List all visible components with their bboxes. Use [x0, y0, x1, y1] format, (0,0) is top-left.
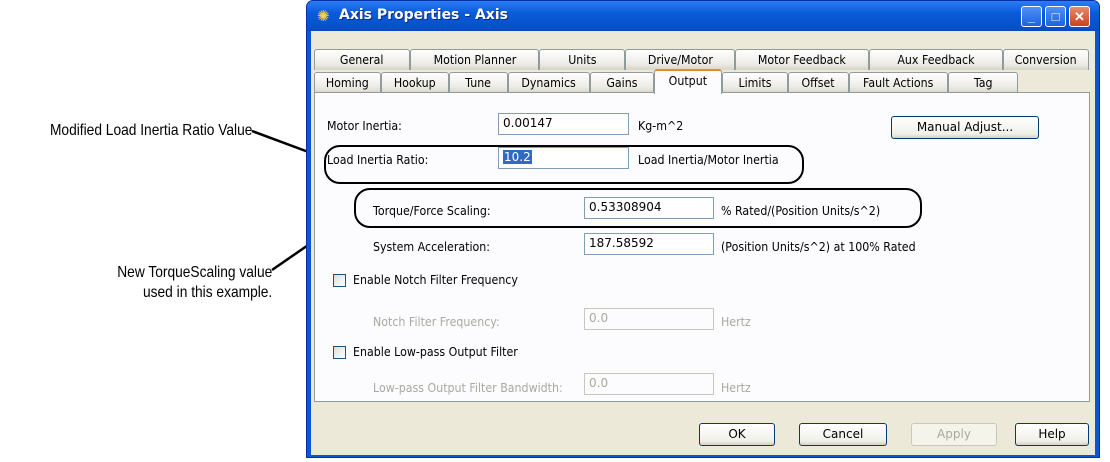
- tab-aux-feedback[interactable]: Aux Feedback: [869, 49, 1003, 70]
- cancel-button[interactable]: Cancel: [799, 423, 887, 446]
- motor-inertia-input[interactable]: 0.00147: [498, 113, 629, 135]
- lowpass-bandwidth-label: Low-pass Output Filter Bandwidth:: [373, 381, 563, 395]
- tab-gains[interactable]: Gains: [590, 72, 654, 93]
- tab-drive-motor[interactable]: Drive/Motor: [625, 49, 735, 70]
- tab-general[interactable]: General: [314, 49, 410, 70]
- notch-frequency-input[interactable]: 0.0: [584, 308, 714, 330]
- tab-row-2: Homing Hookup Tune Dynamics Gains Output…: [311, 69, 1095, 94]
- apply-button[interactable]: Apply: [911, 423, 997, 446]
- tab-tag[interactable]: Tag: [948, 72, 1018, 93]
- notch-frequency-label: Notch Filter Frequency:: [373, 315, 500, 329]
- motor-inertia-label: Motor Inertia:: [327, 119, 402, 133]
- title-bar[interactable]: ✺ Axis Properties - Axis _ □ ✕: [307, 1, 1099, 31]
- tab-motion-planner[interactable]: Motion Planner: [410, 49, 539, 70]
- ok-button[interactable]: OK: [699, 423, 775, 446]
- motor-inertia-unit: Kg-m^2: [638, 119, 684, 133]
- torque-scaling-highlight: [354, 188, 922, 228]
- lowpass-bandwidth-input[interactable]: 0.0: [584, 373, 714, 395]
- tab-units[interactable]: Units: [539, 49, 625, 70]
- enable-lowpass-filter-label: Enable Low-pass Output Filter: [353, 345, 518, 359]
- tab-offset[interactable]: Offset: [788, 72, 849, 93]
- window-title: Axis Properties - Axis: [339, 7, 508, 23]
- enable-notch-filter-label: Enable Notch Filter Frequency: [353, 273, 518, 287]
- system-acceleration-unit: (Position Units/s^2) at 100% Rated: [721, 240, 916, 254]
- enable-lowpass-filter-checkbox[interactable]: [333, 346, 346, 359]
- tab-row-1: General Motion Planner Units Drive/Motor…: [311, 49, 1095, 70]
- tab-motor-feedback[interactable]: Motor Feedback: [735, 49, 869, 70]
- tab-output[interactable]: Output: [654, 69, 722, 94]
- tab-tune[interactable]: Tune: [449, 72, 508, 93]
- tab-dynamics[interactable]: Dynamics: [508, 72, 590, 93]
- output-tab-panel: Motor Inertia: 0.00147 Kg-m^2 Manual Adj…: [314, 92, 1090, 402]
- dialog-client: General Motion Planner Units Drive/Motor…: [311, 31, 1095, 455]
- minimize-button[interactable]: _: [1021, 6, 1042, 27]
- tab-fault-actions[interactable]: Fault Actions: [849, 72, 948, 93]
- tab-hookup[interactable]: Hookup: [381, 72, 449, 93]
- maximize-button[interactable]: □: [1045, 6, 1066, 27]
- lowpass-bandwidth-unit: Hertz: [721, 381, 751, 395]
- manual-adjust-button[interactable]: Manual Adjust...: [891, 116, 1039, 139]
- axis-app-icon: ✺: [317, 8, 330, 25]
- help-button[interactable]: Help: [1015, 423, 1089, 446]
- axis-properties-window: ✺ Axis Properties - Axis _ □ ✕ General M…: [306, 0, 1100, 458]
- notch-frequency-unit: Hertz: [721, 315, 751, 329]
- close-button[interactable]: ✕: [1069, 6, 1090, 27]
- system-acceleration-input[interactable]: 187.58592: [584, 233, 714, 255]
- tab-limits[interactable]: Limits: [722, 72, 788, 93]
- enable-notch-filter-checkbox[interactable]: [333, 274, 346, 287]
- tab-homing[interactable]: Homing: [314, 72, 381, 93]
- load-inertia-highlight: [324, 145, 804, 184]
- system-acceleration-label: System Acceleration:: [373, 240, 490, 254]
- tab-conversion[interactable]: Conversion: [1003, 49, 1089, 70]
